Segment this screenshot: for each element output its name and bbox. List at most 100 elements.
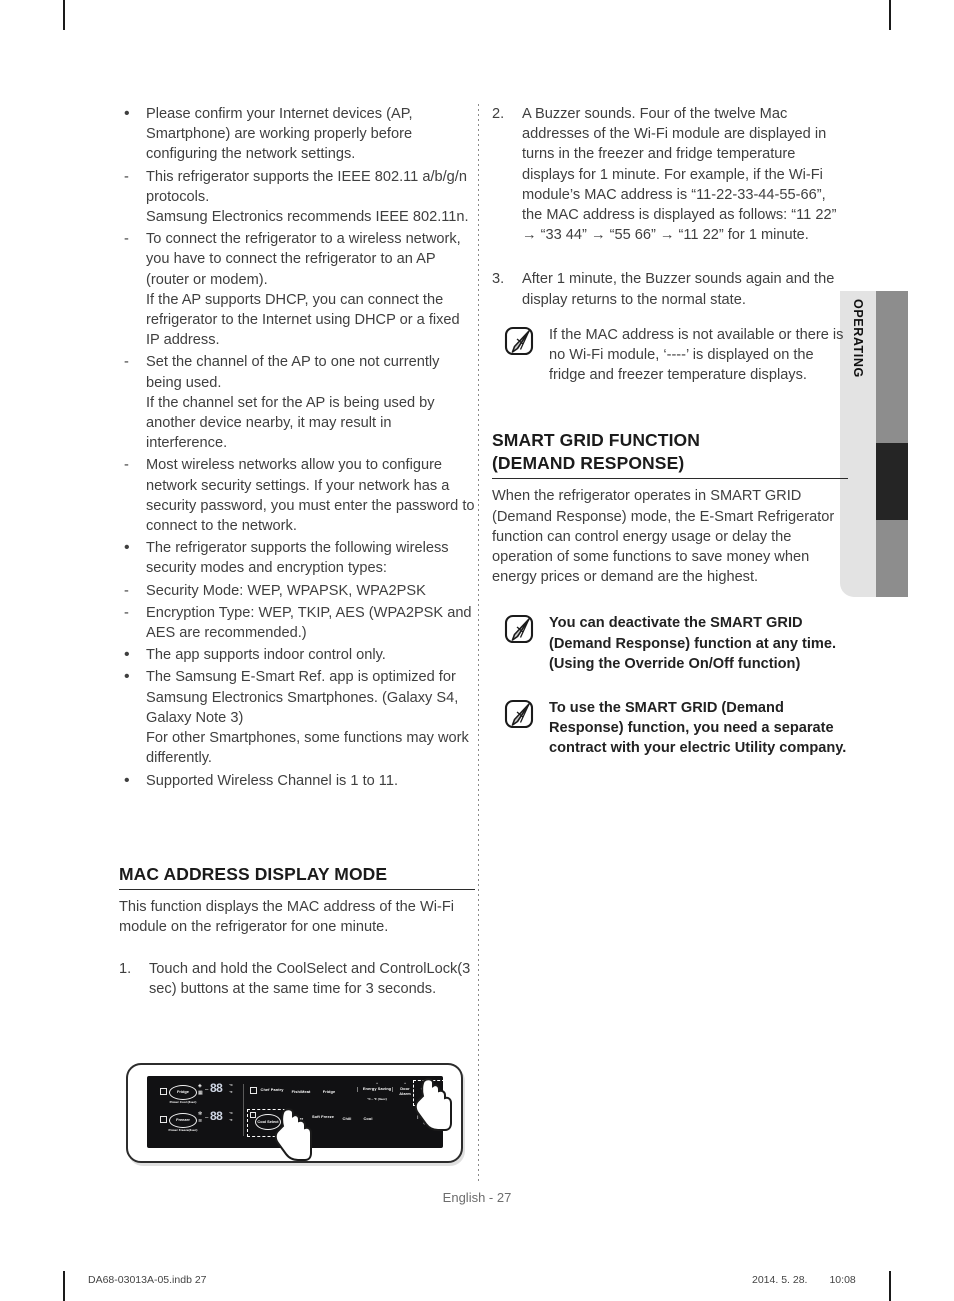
mac-steps-continued-list: 2. A Buzzer sounds. Four of the twelve M… <box>492 104 848 245</box>
fridge-zone-label[interactable]: Fridge <box>317 1089 341 1095</box>
energy-saving-right-bar: | <box>392 1087 394 1093</box>
hand-pointer-control-lock <box>414 1078 452 1131</box>
fridge-unit-fahrenheit: °F <box>229 1090 233 1094</box>
right-column: 2. A Buzzer sounds. Four of the twelve M… <box>492 104 848 759</box>
smart-grid-heading-line-2: (DEMAND RESPONSE) <box>492 453 685 474</box>
list-bullet: • <box>124 771 130 789</box>
freezer-unit-celsius: °C <box>229 1111 233 1115</box>
list-item-text: The app supports indoor control only. <box>146 647 386 664</box>
list-bullet: - <box>124 231 129 248</box>
note-pen-icon <box>504 326 534 356</box>
list-item-text: Most wireless networks allow you to conf… <box>146 457 475 535</box>
note-smart-grid-deactivate: You can deactivate the SMART GRID (Deman… <box>492 613 848 674</box>
list-item: • The refrigerator supports the followin… <box>119 538 475 578</box>
mac-steps-list: 1. Touch and hold the CoolSelect and Con… <box>119 959 475 999</box>
smart-grid-section-heading: SMART GRID FUNCTION (DEMAND RESPONSE) <box>492 429 848 480</box>
freezer-button[interactable]: Freezer <box>169 1113 197 1128</box>
list-item: - Set the channel of the AP to one not c… <box>119 352 475 453</box>
list-bullet: - <box>124 604 129 621</box>
list-item-text: Touch and hold the CoolSelect and Contro… <box>149 961 471 998</box>
list-item-text: Security Mode: WEP, WPAPSK, WPA2PSK <box>146 582 426 599</box>
list-item-text: To connect the refrigerator to a wireles… <box>146 231 461 288</box>
list-item: - This refrigerator supports the IEEE 80… <box>119 167 475 228</box>
step-number: 1. <box>119 961 132 978</box>
freezer-temperature-display: 88 <box>210 1109 223 1123</box>
list-item-text: The Samsung E-Smart Ref. app is optimize… <box>146 669 459 726</box>
step-number: 2. <box>492 106 505 122</box>
mac-address-section-heading: MAC ADDRESS DISPLAY MODE <box>119 863 475 890</box>
list-item: - Most wireless networks allow you to co… <box>119 455 475 536</box>
column-divider <box>478 104 479 1184</box>
crop-mark-bottom-right <box>889 1271 891 1301</box>
energy-saving-label[interactable]: Energy Saving <box>361 1086 393 1092</box>
list-bullet: • <box>124 105 130 122</box>
crop-mark-bottom-left <box>63 1271 65 1301</box>
chef-pantry-label[interactable]: Chef Pantry <box>259 1087 285 1093</box>
zone-indicator-icon <box>250 1087 257 1094</box>
list-item: 1. Touch and hold the CoolSelect and Con… <box>119 959 475 999</box>
left-column: • Please confirm your Internet devices (… <box>119 104 475 1002</box>
section-side-tab: OPERATING <box>840 291 908 597</box>
print-time: 10:08 <box>829 1274 856 1286</box>
list-item-text: Encryption Type: WEP, TKIP, AES (WPA2PSK… <box>146 604 472 642</box>
crop-mark-top-right <box>889 0 891 30</box>
fridge-indicator-icon <box>160 1088 167 1095</box>
list-item-text: Please confirm your Internet devices (AP… <box>146 106 413 163</box>
list-item: • Supported Wireless Channel is 1 to 11. <box>119 771 475 791</box>
cool-select-indicator-icon <box>250 1112 256 1118</box>
note-text: To use the SMART GRID (Demand Response) … <box>549 700 847 757</box>
list-item: 2. A Buzzer sounds. Four of the twelve M… <box>492 104 848 245</box>
note-pen-icon <box>504 614 534 644</box>
list-item-subtext: For other Smartphones, some functions ma… <box>146 730 469 767</box>
freezer-wifi-icon: ≋ <box>198 1118 203 1124</box>
list-item: • The Samsung E-Smart Ref. app is optimi… <box>119 667 475 768</box>
list-bullet: - <box>124 457 129 474</box>
list-bullet: • <box>124 646 130 664</box>
print-timestamp: 2014. 5. 28. 10:08 <box>752 1274 856 1286</box>
print-file-name: DA68-03013A-05.indb 27 <box>88 1274 207 1286</box>
note-pen-icon <box>504 699 534 729</box>
note-text: If the MAC address is not available or t… <box>549 326 844 384</box>
note-mac-unavailable: If the MAC address is not available or t… <box>492 325 848 386</box>
crop-mark-top-left <box>63 0 65 30</box>
fridge-temperature-display: 88 <box>210 1081 223 1095</box>
freezer-power-freeze-label: Power Freeze(3sec) <box>168 1128 198 1132</box>
list-item-text: This refrigerator supports the IEEE 802.… <box>146 168 467 205</box>
list-item: - Encryption Type: WEP, TKIP, AES (WPA2P… <box>119 603 475 643</box>
note-smart-grid-contract: To use the SMART GRID (Demand Response) … <box>492 698 848 759</box>
list-item: - Security Mode: WEP, WPAPSK, WPA2PSK <box>119 581 475 601</box>
list-item: • The app supports indoor control only. <box>119 645 475 665</box>
fridge-button[interactable]: Fridge <box>169 1085 197 1100</box>
panel-divider-line <box>243 1084 244 1136</box>
soft-freeze-label[interactable]: Soft Freeze <box>311 1114 335 1120</box>
fridge-power-cool-label: Power Cool (3sec) <box>169 1100 197 1104</box>
list-item: - To connect the refrigerator to a wirel… <box>119 229 475 350</box>
wireless-notes-list: • Please confirm your Internet devices (… <box>119 104 475 791</box>
print-date: 2014. 5. 28. <box>752 1274 808 1286</box>
list-item-subtext: If the AP supports DHCP, you can connect… <box>146 291 460 349</box>
list-item-text: Set the channel of the AP to one not cur… <box>146 354 440 391</box>
list-bullet: - <box>124 354 129 371</box>
list-item-text: After 1 minute, the Buzzer sounds again … <box>522 271 835 308</box>
fridge-minus-sign: – <box>205 1087 209 1093</box>
step-number: 3. <box>492 271 505 288</box>
fish-meat-label[interactable]: Fish/Meat <box>287 1089 315 1095</box>
mac-step-3-list: 3. After 1 minute, the Buzzer sounds aga… <box>492 269 848 309</box>
side-tab-bar-lower <box>876 520 908 597</box>
freezer-unit-fahrenheit: °F <box>229 1118 233 1122</box>
control-panel-figure: Fridge Power Cool (3sec) ◈ ▦ – 88 °C °F … <box>126 1063 463 1173</box>
note-text: You can deactivate the SMART GRID (Deman… <box>549 615 837 672</box>
side-tab-bar-active <box>876 443 908 520</box>
cool-label[interactable]: Cool <box>359 1116 377 1122</box>
list-bullet: - <box>124 168 129 185</box>
freezer-minus-sign: – <box>205 1115 209 1121</box>
page-number: English - 27 <box>442 1190 512 1205</box>
list-bullet: • <box>124 668 130 686</box>
fridge-ice-icon: ▦ <box>198 1090 203 1096</box>
list-bullet: • <box>124 539 130 557</box>
chill-label[interactable]: Chill <box>338 1116 356 1122</box>
energy-saving-sub-label: °C↔°F (3sec) <box>367 1097 387 1101</box>
freezer-snow-icon: ✻ <box>198 1111 203 1117</box>
list-item-text: The refrigerator supports the following … <box>146 540 449 577</box>
freezer-indicator-icon <box>160 1116 167 1123</box>
